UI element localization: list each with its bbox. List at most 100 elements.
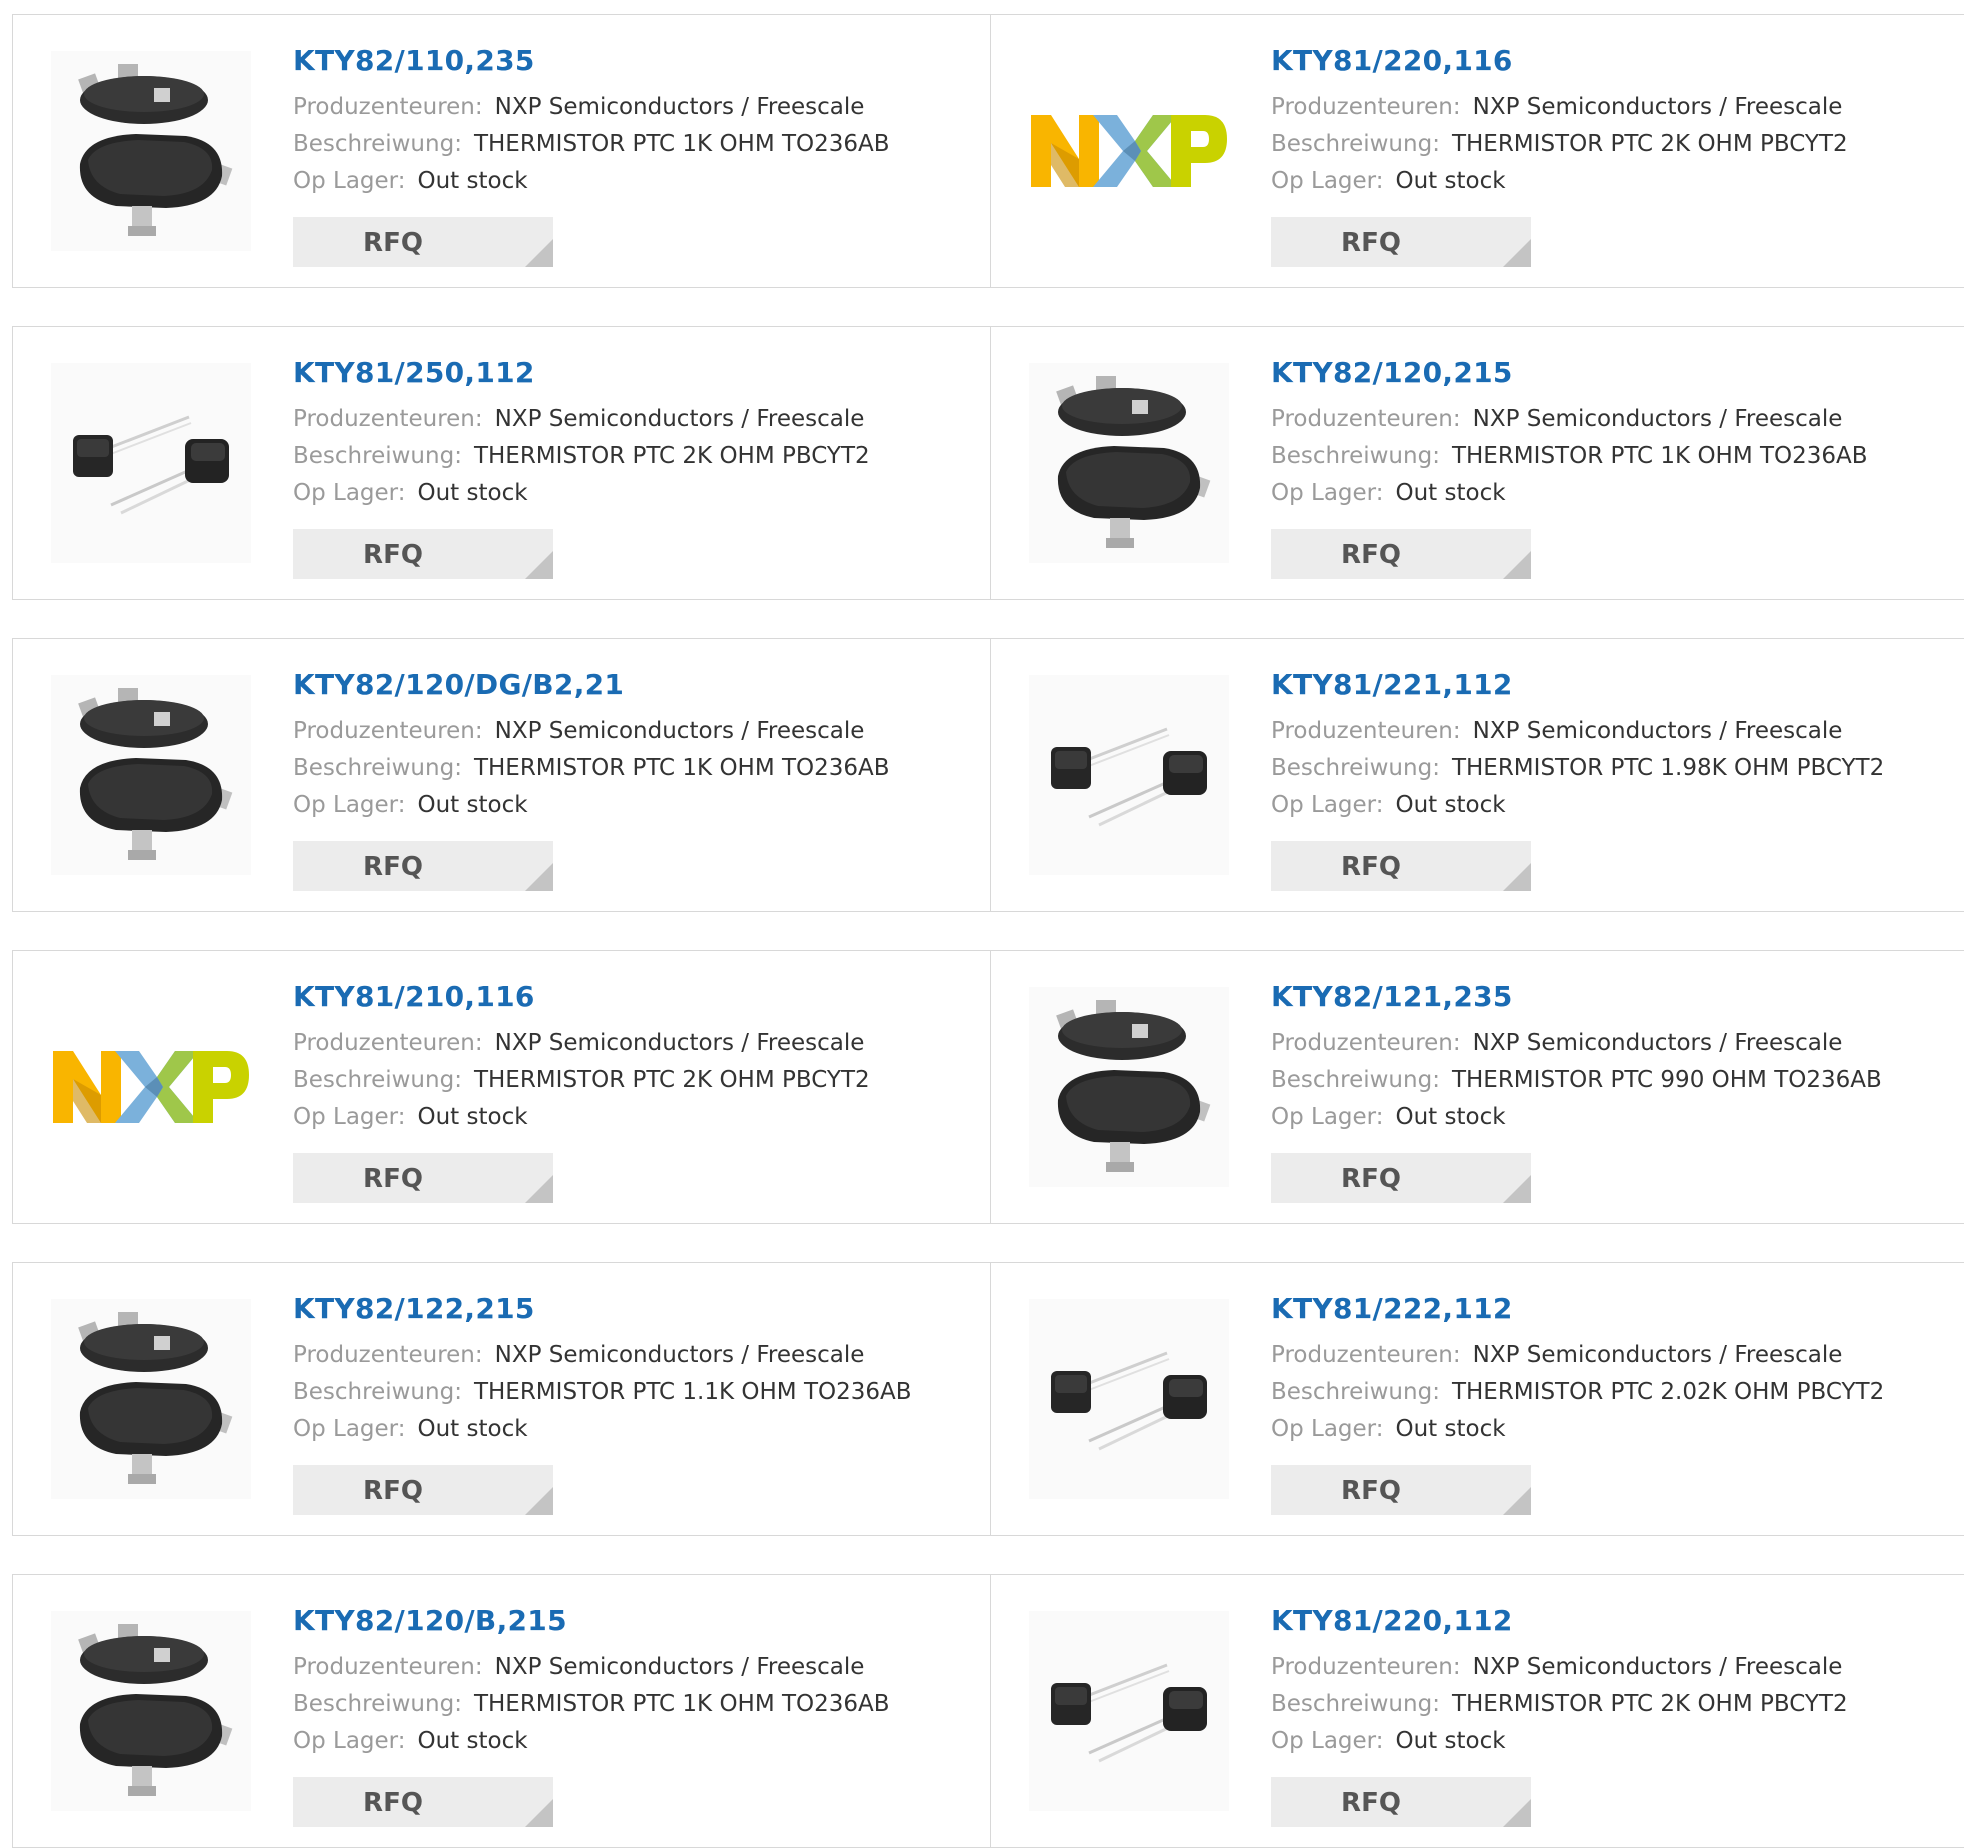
manufacturer-label: Produzenteuren: [1271,94,1461,120]
corner-triangle-icon [1503,1799,1531,1827]
description-label: Beschreiwung: [1271,755,1440,781]
description-value: THERMISTOR PTC 2K OHM PBCYT2 [473,1067,870,1093]
product-card: KTY81/220,116 Produzenteuren: NXP Semicond… [991,14,1964,288]
part-number-link[interactable]: KTY81/222,112 [1271,1291,1958,1327]
stock-value: Out stock [1395,1104,1506,1130]
description-value: THERMISTOR PTC 1K OHM TO236AB [473,131,890,157]
manufacturer-row: Produzenteuren: NXP Semiconductors / Free… [1271,1649,1958,1686]
manufacturer-row: Produzenteuren: NXP Semiconductors / Free… [1271,89,1958,126]
stock-label: Op Lager: [293,1104,406,1130]
stock-value: Out stock [417,792,528,818]
rfq-button[interactable]: RFQ [1271,529,1531,579]
product-image[interactable] [51,1611,251,1811]
manufacturer-value: NXP Semiconductors / Freescale [1472,94,1843,120]
product-info: KTY81/220,112 Produzenteuren: NXP Semicond… [1271,1603,1958,1760]
product-card: KTY82/120,215 Produzenteuren: NXP Semicond… [991,326,1964,600]
product-image[interactable] [51,51,251,251]
corner-triangle-icon [1503,1487,1531,1515]
part-number-link[interactable]: KTY81/250,112 [293,355,980,391]
product-image[interactable] [51,1299,251,1499]
corner-triangle-icon [525,239,553,267]
product-image[interactable] [51,675,251,875]
product-image[interactable] [1029,1299,1229,1499]
stock-value: Out stock [1395,480,1506,506]
product-info: KTY81/250,112 Produzenteuren: NXP Semicond… [293,355,980,512]
product-card: KTY81/221,112 Produzenteuren: NXP Semicond… [991,638,1964,912]
part-number-link[interactable]: KTY81/210,116 [293,979,980,1015]
manufacturer-value: NXP Semiconductors / Freescale [1472,1342,1843,1368]
rfq-button[interactable]: RFQ [1271,1777,1531,1827]
stock-value: Out stock [417,168,528,194]
description-label: Beschreiwung: [1271,1691,1440,1717]
product-grid: KTY82/110,235 Produzenteuren: NXP Semicond… [0,0,1964,1848]
part-number-link[interactable]: KTY81/220,112 [1271,1603,1958,1639]
rfq-button[interactable]: RFQ [293,1777,553,1827]
product-card: KTY82/122,215 Produzenteuren: NXP Semicond… [12,1262,991,1536]
part-number-link[interactable]: KTY82/120,215 [1271,355,1958,391]
nxp-logo[interactable] [1029,51,1229,251]
part-number-link[interactable]: KTY81/221,112 [1271,667,1958,703]
stock-label: Op Lager: [293,792,406,818]
stock-row: Op Lager: Out stock [293,163,980,200]
rfq-label: RFQ [363,228,423,258]
product-image[interactable] [1029,675,1229,875]
stock-label: Op Lager: [293,1728,406,1754]
part-number-link[interactable]: KTY82/121,235 [1271,979,1958,1015]
stock-label: Op Lager: [293,480,406,506]
product-row: KTY82/122,215 Produzenteuren: NXP Semicond… [12,1262,1964,1536]
part-number-link[interactable]: KTY81/220,116 [1271,43,1958,79]
product-info: KTY82/121,235 Produzenteuren: NXP Semicond… [1271,979,1958,1136]
manufacturer-value: NXP Semiconductors / Freescale [1472,1654,1843,1680]
product-image[interactable] [51,363,251,563]
manufacturer-label: Produzenteuren: [1271,406,1461,432]
rfq-button[interactable]: RFQ [1271,1465,1531,1515]
corner-triangle-icon [525,551,553,579]
stock-row: Op Lager: Out stock [293,475,980,512]
product-image[interactable] [1029,363,1229,563]
nxp-logo[interactable] [51,987,251,1187]
stock-value: Out stock [1395,792,1506,818]
manufacturer-row: Produzenteuren: NXP Semiconductors / Free… [1271,713,1958,750]
part-number-link[interactable]: KTY82/120/DG/B2,21 [293,667,980,703]
description-value: THERMISTOR PTC 1.98K OHM PBCYT2 [1451,755,1885,781]
part-number-link[interactable]: KTY82/110,235 [293,43,980,79]
product-image[interactable] [1029,1611,1229,1811]
rfq-button[interactable]: RFQ [1271,841,1531,891]
rfq-button[interactable]: RFQ [1271,217,1531,267]
stock-label: Op Lager: [1271,1104,1384,1130]
description-row: Beschreiwung: THERMISTOR PTC 2K OHM PBCYT… [293,438,980,475]
manufacturer-label: Produzenteuren: [293,1030,483,1056]
manufacturer-value: NXP Semiconductors / Freescale [494,1030,865,1056]
rfq-button[interactable]: RFQ [293,841,553,891]
rfq-label: RFQ [363,1164,423,1194]
manufacturer-row: Produzenteuren: NXP Semiconductors / Free… [293,1337,980,1374]
corner-triangle-icon [525,863,553,891]
part-number-link[interactable]: KTY82/120/B,215 [293,1603,980,1639]
manufacturer-label: Produzenteuren: [293,406,483,432]
rfq-label: RFQ [1341,1788,1401,1818]
manufacturer-row: Produzenteuren: NXP Semiconductors / Free… [1271,1025,1958,1062]
manufacturer-value: NXP Semiconductors / Freescale [494,94,865,120]
part-number-link[interactable]: KTY82/122,215 [293,1291,980,1327]
rfq-button[interactable]: RFQ [293,1465,553,1515]
stock-value: Out stock [1395,1728,1506,1754]
description-label: Beschreiwung: [293,131,462,157]
stock-label: Op Lager: [1271,168,1384,194]
rfq-label: RFQ [363,540,423,570]
product-info: KTY82/122,215 Produzenteuren: NXP Semicond… [293,1291,980,1448]
product-card: KTY82/110,235 Produzenteuren: NXP Semicond… [12,14,991,288]
rfq-button[interactable]: RFQ [1271,1153,1531,1203]
description-row: Beschreiwung: THERMISTOR PTC 2K OHM PBCYT… [1271,126,1958,163]
product-info: KTY81/222,112 Produzenteuren: NXP Semicond… [1271,1291,1958,1448]
product-row: KTY82/120/B,215 Produzenteuren: NXP Semico… [12,1574,1964,1848]
rfq-button[interactable]: RFQ [293,1153,553,1203]
description-row: Beschreiwung: THERMISTOR PTC 2K OHM PBCYT… [1271,1686,1958,1723]
rfq-button[interactable]: RFQ [293,217,553,267]
stock-row: Op Lager: Out stock [1271,1723,1958,1760]
stock-label: Op Lager: [293,168,406,194]
manufacturer-value: NXP Semiconductors / Freescale [494,406,865,432]
manufacturer-row: Produzenteuren: NXP Semiconductors / Free… [293,401,980,438]
rfq-button[interactable]: RFQ [293,529,553,579]
product-image[interactable] [1029,987,1229,1187]
description-label: Beschreiwung: [293,443,462,469]
